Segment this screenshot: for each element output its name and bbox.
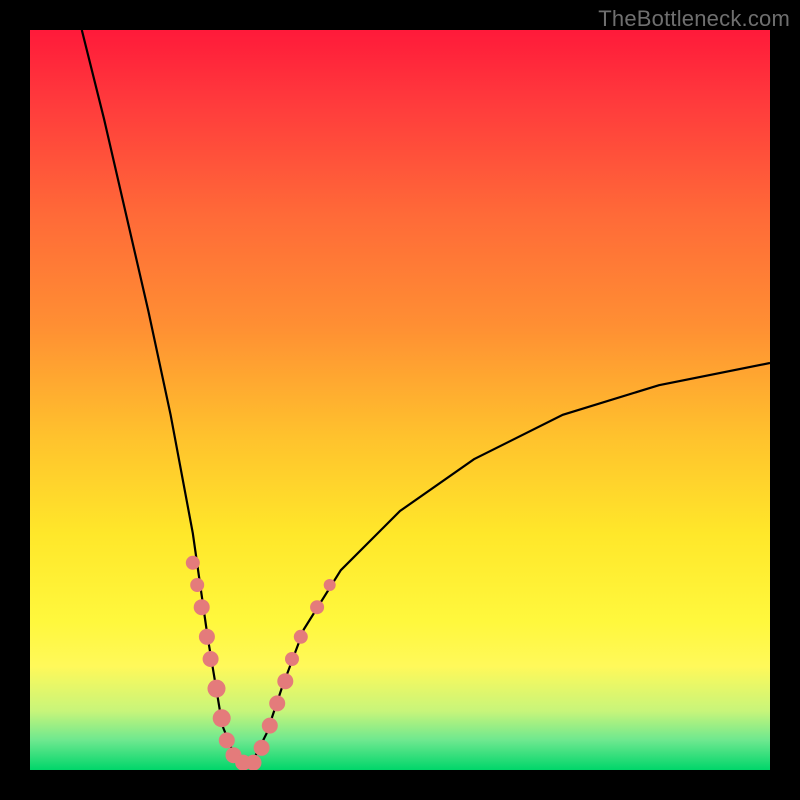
- highlight-dot: [294, 630, 308, 644]
- highlight-dot: [285, 652, 299, 666]
- highlight-dot: [203, 651, 219, 667]
- highlight-dot: [246, 755, 262, 770]
- plot-area: [30, 30, 770, 770]
- highlight-dot: [208, 680, 226, 698]
- highlight-dot: [310, 600, 324, 614]
- highlight-dot: [254, 740, 270, 756]
- highlight-dot: [190, 578, 204, 592]
- highlight-dot: [186, 556, 200, 570]
- chart-frame: TheBottleneck.com: [0, 0, 800, 800]
- bottleneck-curve: [82, 30, 770, 763]
- highlight-dot: [324, 579, 336, 591]
- highlight-dot: [262, 718, 278, 734]
- watermark-text: TheBottleneck.com: [598, 6, 790, 32]
- highlight-dot: [269, 695, 285, 711]
- highlight-dot: [213, 709, 231, 727]
- highlight-dot: [277, 673, 293, 689]
- bottleneck-curve-svg: [30, 30, 770, 770]
- highlight-dot: [219, 732, 235, 748]
- highlight-dot: [194, 599, 210, 615]
- highlight-dots-group: [186, 556, 336, 770]
- highlight-dot: [199, 629, 215, 645]
